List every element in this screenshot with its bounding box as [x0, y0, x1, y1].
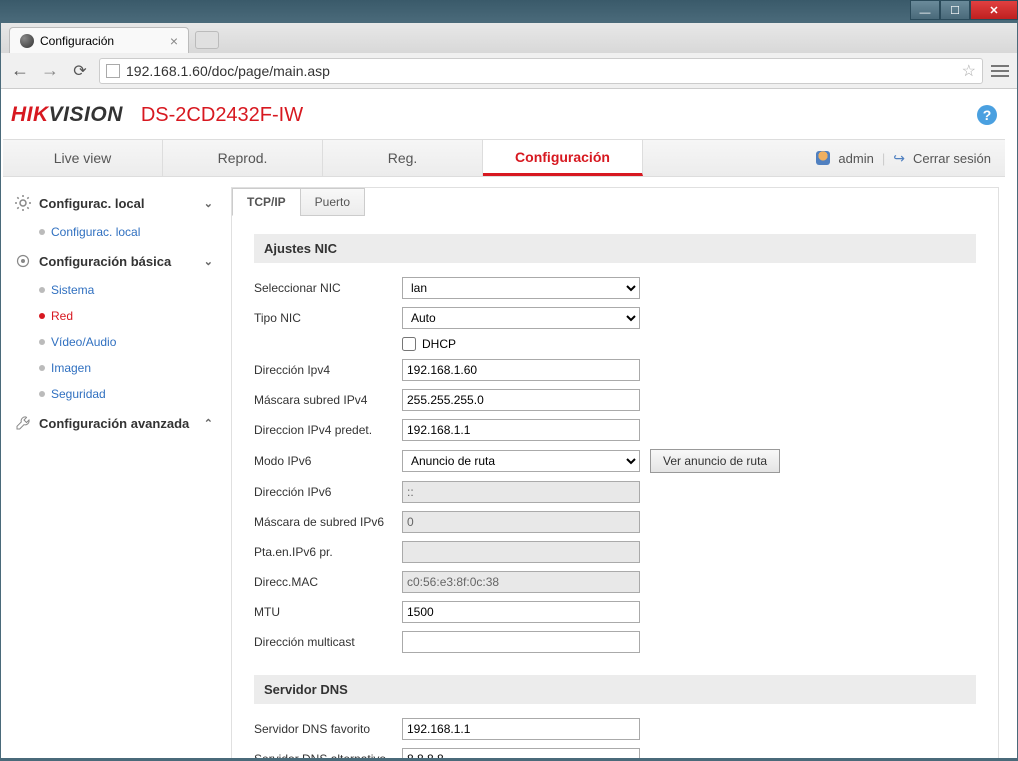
input-mac: [402, 571, 640, 593]
subtab-tcpip[interactable]: TCP/IP: [232, 188, 301, 216]
page-icon: [106, 64, 120, 78]
brand-logo: HIKVISION: [11, 103, 123, 127]
brand-header: HIKVISION DS-2CD2432F-IW ?: [3, 89, 1005, 139]
window-titlebar: [0, 0, 1018, 22]
device-model: DS-2CD2432F-IW: [141, 104, 303, 127]
page-viewport[interactable]: HIKVISION DS-2CD2432F-IW ? Live view Rep…: [1, 89, 1017, 758]
tab-close-icon[interactable]: ×: [170, 33, 178, 49]
subtab-bar: TCP/IP Puerto: [232, 188, 998, 216]
sidebar-section-advanced[interactable]: Configuración avanzada ⌃: [9, 407, 219, 439]
sidebar-item-network[interactable]: Red: [35, 303, 219, 329]
main-navigation: Live view Reprod. Reg. Configuración adm…: [3, 139, 1005, 177]
url-text: 192.168.1.60/doc/page/main.asp: [126, 63, 330, 79]
nav-live-view[interactable]: Live view: [3, 140, 163, 176]
section-nic-title: Ajustes NIC: [254, 234, 976, 263]
chevron-down-icon: ⌄: [204, 197, 213, 210]
label-nic-type: Tipo NIC: [254, 311, 402, 325]
bookmark-star-icon[interactable]: ☆: [962, 61, 976, 81]
sidebar-section-local[interactable]: Configurac. local ⌄: [9, 187, 219, 219]
forward-button[interactable]: →: [39, 60, 61, 81]
input-ipv6-gateway: [402, 541, 640, 563]
label-ipv6-address: Dirección IPv6: [254, 485, 402, 499]
logout-link[interactable]: Cerrar sesión: [913, 151, 991, 166]
input-mtu[interactable]: [402, 601, 640, 623]
chevron-up-icon: ⌃: [204, 417, 213, 430]
wrench-icon: [15, 415, 31, 431]
sidebar-item-video-audio[interactable]: Vídeo/Audio: [35, 329, 219, 355]
nav-configuration[interactable]: Configuración: [483, 140, 643, 176]
label-dns-preferred: Servidor DNS favorito: [254, 722, 402, 736]
new-tab-button[interactable]: [195, 31, 219, 49]
label-ipv4-address: Dirección Ipv4: [254, 363, 402, 377]
sidebar-section-basic[interactable]: Configuración básica ⌄: [9, 245, 219, 277]
tab-favicon-icon: [20, 34, 34, 48]
input-multicast[interactable]: [402, 631, 640, 653]
label-mtu: MTU: [254, 605, 402, 619]
label-ipv6-mode: Modo IPv6: [254, 454, 402, 468]
select-nic-type[interactable]: Auto: [402, 307, 640, 329]
label-ipv6-mask: Máscara de subred IPv6: [254, 515, 402, 529]
browser-toolbar: ← → ⟳ 192.168.1.60/doc/page/main.asp ☆: [1, 53, 1017, 89]
browser-menu-icon[interactable]: [991, 65, 1009, 77]
address-bar[interactable]: 192.168.1.60/doc/page/main.asp ☆: [99, 58, 983, 84]
input-ipv6-address: [402, 481, 640, 503]
reload-button[interactable]: ⟳: [69, 61, 91, 81]
sidebar-item-system[interactable]: Sistema: [35, 277, 219, 303]
label-multicast: Dirección multicast: [254, 635, 402, 649]
button-view-route-announce[interactable]: Ver anuncio de ruta: [650, 449, 780, 473]
help-icon[interactable]: ?: [977, 105, 997, 125]
label-dhcp: DHCP: [422, 337, 456, 351]
input-ipv4-address[interactable]: [402, 359, 640, 381]
label-ipv4-gateway: Direccion IPv4 predet.: [254, 423, 402, 437]
label-select-nic: Seleccionar NIC: [254, 281, 402, 295]
back-button[interactable]: ←: [9, 60, 31, 81]
sidebar-item-image[interactable]: Imagen: [35, 355, 219, 381]
sidebar-item-local-config[interactable]: Configurac. local: [35, 219, 219, 245]
section-dns-title: Servidor DNS: [254, 675, 976, 704]
input-dns-preferred[interactable]: [402, 718, 640, 740]
label-mac: Direcc.MAC: [254, 575, 402, 589]
nav-playback[interactable]: Reprod.: [163, 140, 323, 176]
user-area: admin | ↪ Cerrar sesión: [802, 140, 1005, 176]
select-ipv6-mode[interactable]: Anuncio de ruta: [402, 450, 640, 472]
input-ipv4-gateway[interactable]: [402, 419, 640, 441]
input-dns-alternate[interactable]: [402, 748, 640, 758]
window-minimize-button[interactable]: [910, 0, 940, 20]
select-nic[interactable]: lan: [402, 277, 640, 299]
sidebar-item-security[interactable]: Seguridad: [35, 381, 219, 407]
gear-icon: [15, 253, 31, 269]
config-panel: TCP/IP Puerto Ajustes NIC Seleccionar NI…: [231, 187, 999, 758]
sidebar: Configurac. local ⌄ Configurac. local: [9, 187, 219, 758]
logout-icon: ↪: [893, 150, 905, 167]
tab-title: Configuración: [40, 34, 114, 48]
label-dns-alternate: Servidor DNS alternativo: [254, 752, 402, 758]
gear-icon: [15, 195, 31, 211]
chevron-down-icon: ⌄: [204, 255, 213, 268]
window-close-button[interactable]: [970, 0, 1018, 20]
username-label: admin: [838, 151, 873, 166]
user-icon: [816, 151, 830, 165]
window-maximize-button[interactable]: [940, 0, 970, 20]
nav-log[interactable]: Reg.: [323, 140, 483, 176]
subtab-port[interactable]: Puerto: [300, 188, 365, 216]
input-ipv4-mask[interactable]: [402, 389, 640, 411]
checkbox-dhcp[interactable]: [402, 337, 416, 351]
label-ipv4-mask: Máscara subred IPv4: [254, 393, 402, 407]
browser-tabstrip: Configuración ×: [1, 23, 1017, 53]
label-ipv6-gateway: Pta.en.IPv6 pr.: [254, 545, 402, 559]
input-ipv6-mask: [402, 511, 640, 533]
browser-tab[interactable]: Configuración ×: [9, 27, 189, 53]
browser-window: Configuración × ← → ⟳ 192.168.1.60/doc/p…: [0, 22, 1018, 759]
